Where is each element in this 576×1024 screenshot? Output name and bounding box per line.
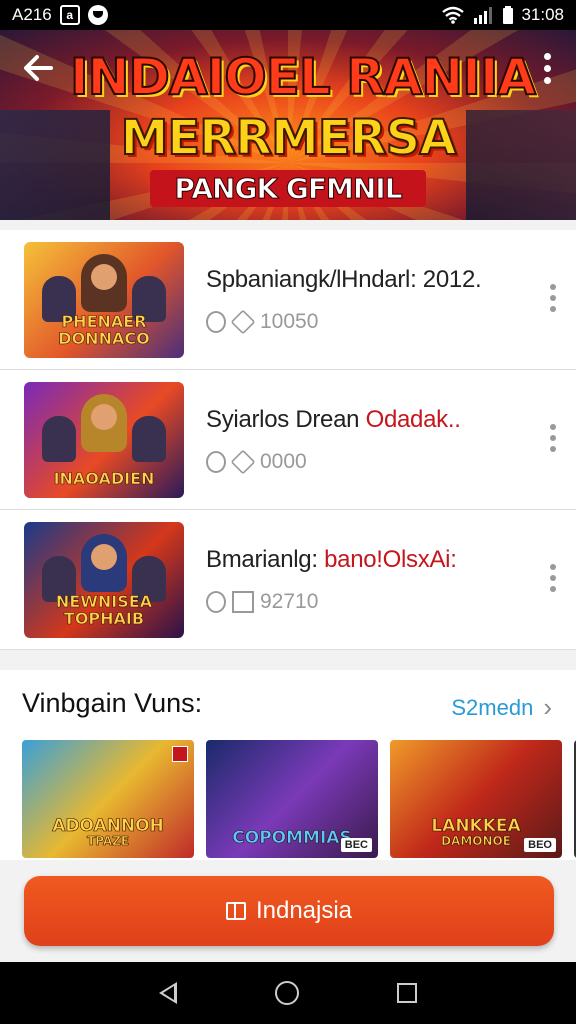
carrier-text: A216 — [12, 5, 52, 24]
item-more-button[interactable] — [550, 423, 556, 452]
clock: 31:08 — [521, 5, 564, 24]
list-item[interactable]: INAOADIEN Syiarlos Drean Odadak.. 0000 — [0, 370, 576, 510]
cta-container: Indnajsia — [0, 860, 576, 960]
see-more-link[interactable]: S2medn › — [451, 692, 552, 723]
arrow-left-icon — [24, 55, 53, 81]
grid-icon — [232, 590, 254, 613]
section-title: Vinbgain Vuns: — [22, 688, 203, 718]
list-item[interactable]: PHENAER DONNACO Spbaniangk/lHndarl: 2012… — [0, 230, 576, 370]
thumbnail-logo-text: PHENAER DONNACO — [58, 311, 150, 348]
game-title[interactable]: Syiarlos Drean Odadak.. — [206, 406, 576, 434]
shield-icon — [230, 309, 256, 334]
stat-value: 10050 — [260, 309, 319, 333]
chevron-right-icon: › — [543, 692, 552, 722]
game-stats: 10050 — [206, 309, 576, 334]
thumbnail-logo-text: NEWNISEA TOPHAIB — [55, 591, 153, 628]
game-title[interactable]: Bmarianlg: bano!OlsxAi: — [206, 546, 576, 574]
game-card[interactable]: LANKKEA DAMONOE BEO — [390, 740, 562, 858]
badge-icon — [172, 746, 188, 762]
thumbnail-logo-text: INAOADIEN — [53, 468, 155, 488]
card-logo-text: ADOANNOH — [52, 815, 164, 836]
system-nav-bar — [0, 962, 576, 1024]
stat-value: 0000 — [260, 449, 307, 473]
list-item[interactable]: NEWNISEA TOPHAIB Bmarianlg: bano!OlsxAi:… — [0, 510, 576, 650]
card-carousel[interactable]: ADOANNOH TPAZE COPOMMIAS BEC LANKKEA DAMON… — [22, 740, 576, 858]
card-logo-subtext: TPAZE — [86, 834, 130, 849]
primary-cta-button[interactable]: Indnajsia — [24, 876, 554, 946]
banner-title-line1: INDAIOEL RANIIA — [69, 47, 537, 107]
nav-back-icon[interactable] — [159, 982, 177, 1004]
shield-icon — [230, 449, 256, 474]
game-thumbnail[interactable]: PHENAER DONNACO — [24, 241, 184, 358]
back-button[interactable] — [18, 48, 58, 88]
card-tag: BEO — [524, 838, 556, 852]
status-bar: A216 a 31:08 — [0, 0, 576, 30]
game-thumbnail[interactable]: NEWNISEA TOPHAIB — [24, 521, 184, 638]
item-more-button[interactable] — [550, 283, 556, 312]
battery-icon — [503, 6, 514, 24]
nav-recents-icon[interactable] — [397, 983, 417, 1003]
card-logo-text: LANKKEA — [431, 815, 521, 836]
overflow-menu-button[interactable] — [532, 48, 562, 88]
game-thumbnail[interactable]: INAOADIEN — [24, 381, 184, 498]
game-card[interactable]: COPOMMIAS BEC — [206, 740, 378, 858]
header-banner: INDAIOEL RANIIA MERRMERSA PANGK GFMNIL — [0, 30, 576, 220]
nav-home-icon[interactable] — [275, 981, 299, 1005]
game-list: PHENAER DONNACO Spbaniangk/lHndarl: 2012… — [0, 230, 576, 650]
user-icon — [206, 590, 226, 613]
pin-icon — [206, 310, 226, 333]
dot-icon — [543, 52, 551, 60]
notification-icon: a — [59, 5, 80, 25]
signal-icon — [474, 7, 493, 24]
item-more-button[interactable] — [550, 563, 556, 592]
banner-title-line2: MERRMERSA — [120, 109, 458, 167]
banner-title-line3: PANGK GFMNIL — [150, 170, 426, 207]
card-tag: BEC — [340, 838, 372, 852]
game-title[interactable]: Spbaniangk/lHndarl: 2012. — [206, 266, 576, 294]
game-stats: 0000 — [206, 449, 576, 474]
games-section: Vinbgain Vuns: S2medn › ADOANNOH TPAZE CO… — [0, 670, 576, 860]
pin-icon — [206, 450, 226, 473]
game-stats: 92710 — [206, 590, 576, 614]
wifi-icon — [442, 6, 465, 24]
gift-icon — [225, 902, 246, 920]
stat-value: 92710 — [260, 589, 319, 613]
app-notification-icon — [87, 5, 108, 25]
game-card[interactable]: ADOANNOH TPAZE — [22, 740, 194, 858]
dot-icon — [543, 64, 551, 72]
cta-label: Indnajsia — [255, 897, 353, 924]
dot-icon — [543, 76, 551, 84]
